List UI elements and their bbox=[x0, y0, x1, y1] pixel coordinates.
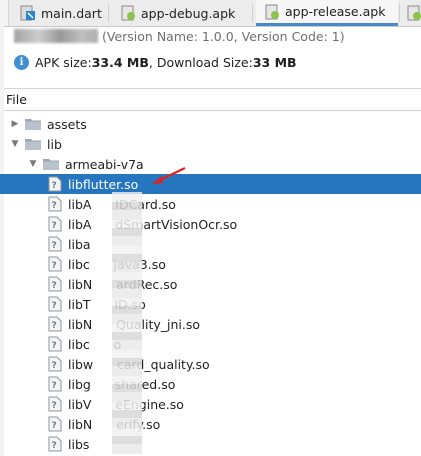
svg-text:?: ? bbox=[52, 421, 57, 431]
download-size-value: 33 MB bbox=[252, 55, 297, 70]
tree-item-label: armeabi-v7a bbox=[65, 156, 144, 172]
tab-overflow-edge bbox=[0, 0, 9, 26]
tab-label: app-release.apk bbox=[285, 4, 386, 19]
tree-file-row[interactable]: ? libV eEngine.so bbox=[0, 394, 421, 414]
tree-folder-row[interactable]: ▼ lib bbox=[0, 134, 421, 154]
redaction-mosaic bbox=[112, 192, 142, 454]
apk-size-value: 33.4 MB bbox=[91, 55, 149, 70]
tab-label: app-debug.apk bbox=[141, 5, 236, 21]
svg-text:?: ? bbox=[52, 381, 57, 391]
column-header-file[interactable]: File bbox=[0, 89, 421, 111]
tree-file-row[interactable]: ?libN erify.so bbox=[0, 414, 421, 434]
tree-item-label: assets bbox=[47, 116, 87, 132]
tree-file-row[interactable]: ? liba bbox=[0, 234, 421, 254]
unknown-file-icon: ? bbox=[48, 176, 62, 192]
column-header-label: File bbox=[6, 92, 27, 107]
tab-label: main.dart bbox=[41, 5, 102, 21]
unknown-file-icon: ? bbox=[48, 376, 62, 392]
unknown-file-icon: ? bbox=[48, 196, 62, 212]
redacted-package-name bbox=[14, 29, 98, 43]
tree-file-row[interactable]: ?libc java3.so bbox=[0, 254, 421, 274]
unknown-file-icon: ? bbox=[48, 336, 62, 352]
editor-tab-bar: main.dart app-debug.apk app-release.apk bbox=[0, 0, 421, 27]
chevron-down-icon[interactable]: ▼ bbox=[28, 159, 38, 169]
info-icon: i bbox=[14, 55, 29, 70]
unknown-file-icon: ? bbox=[48, 356, 62, 372]
svg-text:?: ? bbox=[52, 341, 57, 351]
version-info: (Version Name: 1.0.0, Version Code: 1) bbox=[102, 29, 345, 44]
tree-file-row[interactable]: ? libflutter.so bbox=[0, 174, 421, 194]
unknown-file-icon: ? bbox=[48, 296, 62, 312]
tree-file-row[interactable]: ? libw card_quality.so bbox=[0, 354, 421, 374]
tree-file-row[interactable]: ? libN Quality_jni.so bbox=[0, 314, 421, 334]
svg-text:?: ? bbox=[52, 201, 57, 211]
svg-text:?: ? bbox=[52, 441, 57, 451]
unknown-file-icon: ? bbox=[48, 416, 62, 432]
apk-size-label: APK size: bbox=[35, 55, 92, 70]
tab-app-release-apk[interactable]: app-release.apk bbox=[256, 0, 398, 26]
folder-icon bbox=[25, 118, 41, 130]
unknown-file-icon: ? bbox=[48, 236, 62, 252]
folder-icon bbox=[25, 138, 41, 150]
unknown-file-icon: ? bbox=[48, 256, 62, 272]
svg-text:?: ? bbox=[52, 261, 57, 271]
svg-text:?: ? bbox=[52, 401, 57, 411]
unknown-file-icon: ? bbox=[48, 436, 62, 452]
tab-separator bbox=[252, 4, 253, 22]
download-size-label: , Download Size: bbox=[148, 55, 253, 70]
folder-icon bbox=[43, 158, 59, 170]
tree-file-row[interactable]: ? libs bbox=[0, 434, 421, 454]
tree-item-label: libs bbox=[68, 436, 90, 452]
tree-file-row[interactable]: ? libA dSmartVisionOcr.so bbox=[0, 214, 421, 234]
apk-file-icon bbox=[406, 5, 421, 21]
tab-overflow[interactable] bbox=[404, 0, 421, 26]
tree-file-row[interactable]: ? libT ID.so bbox=[0, 294, 421, 314]
apk-size-info: i APK size: 33.4 MB , Download Size: 33 … bbox=[14, 55, 297, 70]
svg-text:?: ? bbox=[52, 321, 57, 331]
tree-file-row[interactable]: ? libc o bbox=[0, 334, 421, 354]
tab-main-dart[interactable]: main.dart bbox=[12, 0, 107, 26]
apk-file-icon bbox=[264, 4, 280, 20]
annotation-arrow bbox=[152, 167, 186, 184]
dart-file-icon bbox=[20, 5, 36, 21]
tree-file-row[interactable]: ? libN ardRec.so bbox=[0, 274, 421, 294]
chevron-down-icon[interactable]: ▼ bbox=[10, 139, 20, 149]
unknown-file-icon: ? bbox=[48, 276, 62, 292]
tab-separator bbox=[108, 4, 109, 22]
svg-text:?: ? bbox=[52, 221, 57, 231]
apk-file-icon bbox=[120, 5, 136, 21]
tree-folder-row[interactable]: ▶ assets bbox=[0, 114, 421, 134]
apk-package-info: (Version Name: 1.0.0, Version Code: 1) bbox=[14, 29, 345, 44]
unknown-file-icon: ? bbox=[48, 216, 62, 232]
chevron-right-icon[interactable]: ▶ bbox=[10, 119, 20, 129]
svg-text:?: ? bbox=[52, 241, 57, 251]
svg-text:?: ? bbox=[52, 361, 57, 371]
tree-file-row[interactable]: ? libA IDCard.so bbox=[0, 194, 421, 214]
tree-item-label: lib bbox=[47, 136, 62, 152]
unknown-file-icon: ? bbox=[48, 316, 62, 332]
tree-file-row[interactable]: ? libg shared.so bbox=[0, 374, 421, 394]
tree-item-label: libA dSmartVisionOcr.so bbox=[68, 216, 238, 232]
svg-text:?: ? bbox=[52, 301, 57, 311]
svg-text:?: ? bbox=[52, 281, 57, 291]
svg-text:?: ? bbox=[52, 181, 57, 191]
tree-folder-row[interactable]: ▼ armeabi-v7a bbox=[0, 154, 421, 174]
tree-item-label: liba bbox=[68, 236, 91, 252]
tree-item-label: libflutter.so bbox=[68, 176, 139, 192]
tab-separator bbox=[399, 4, 400, 22]
unknown-file-icon: ? bbox=[48, 396, 62, 412]
tab-app-debug-apk[interactable]: app-debug.apk bbox=[112, 0, 252, 26]
